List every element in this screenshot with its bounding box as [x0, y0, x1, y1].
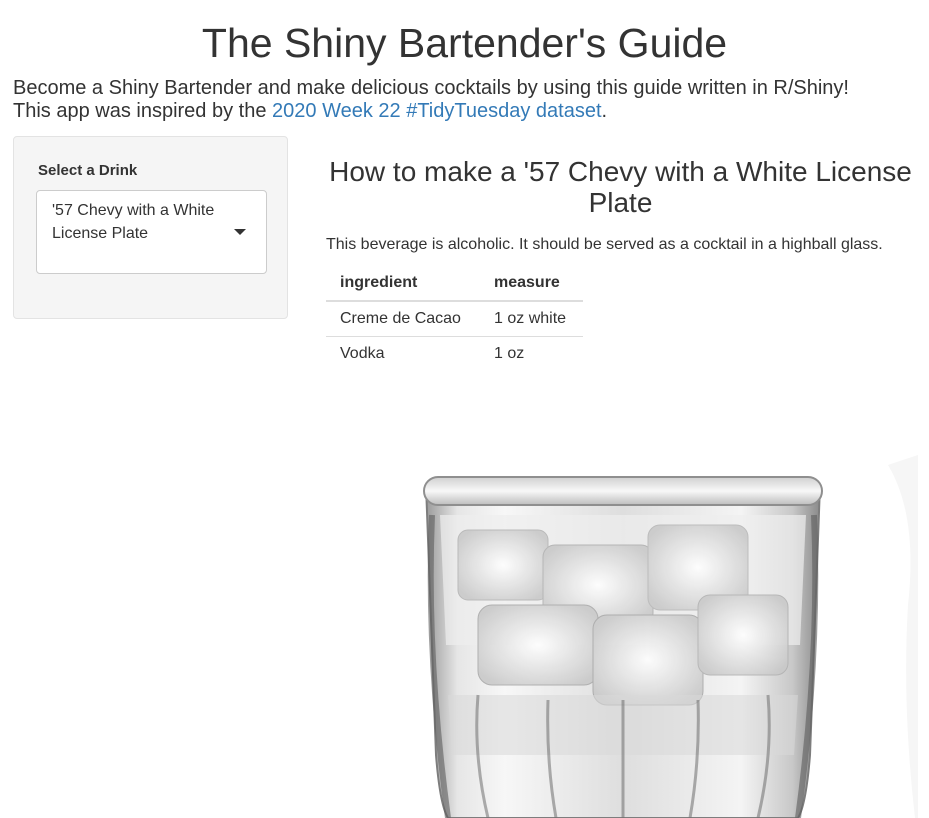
- measure-cell: 1 oz: [480, 336, 583, 371]
- drink-select-value: '57 Chevy with a White License Plate: [52, 202, 215, 242]
- measure-cell: 1 oz white: [480, 300, 583, 337]
- main-panel: How to make a '57 Chevy with a White Lic…: [312, 156, 929, 371]
- ingredients-table: ingredient measure Creme de Cacao 1 oz w…: [326, 267, 583, 371]
- intro-line-2: This app was inspired by the 2020 Week 2…: [13, 100, 923, 123]
- cocktail-glass-photo: [423, 455, 918, 818]
- sidebar-panel: Select a Drink '57 Chevy with a White Li…: [13, 136, 288, 319]
- ingredient-cell: Creme de Cacao: [326, 300, 480, 337]
- tidytuesday-link[interactable]: 2020 Week 22 #TidyTuesday dataset: [272, 100, 601, 122]
- drink-description: This beverage is alcoholic. It should be…: [326, 236, 883, 253]
- intro-line-2-prefix: This app was inspired by the: [13, 100, 273, 122]
- app-title: The Shiny Bartender's Guide: [201, 20, 728, 66]
- table-row: Creme de Cacao 1 oz white: [326, 300, 583, 337]
- caret-down-icon: [234, 229, 246, 235]
- intro-line-2-suffix: .: [601, 100, 608, 122]
- column-header-ingredient: ingredient: [326, 267, 480, 302]
- app-page: The Shiny Bartender's Guide Become a Shi…: [0, 0, 929, 818]
- ingredient-cell: Vodka: [326, 336, 480, 371]
- table-row: Vodka 1 oz: [326, 336, 583, 371]
- intro-line-1: Become a Shiny Bartender and make delici…: [13, 77, 849, 99]
- column-header-measure: measure: [480, 267, 583, 302]
- select-drink-label: Select a Drink: [38, 162, 138, 179]
- intro-text: Become a Shiny Bartender and make delici…: [13, 77, 923, 123]
- drink-title: How to make a '57 Chevy with a White Lic…: [329, 156, 912, 218]
- drink-select[interactable]: '57 Chevy with a White License Plate: [36, 190, 267, 274]
- table-header-row: ingredient measure: [326, 267, 583, 302]
